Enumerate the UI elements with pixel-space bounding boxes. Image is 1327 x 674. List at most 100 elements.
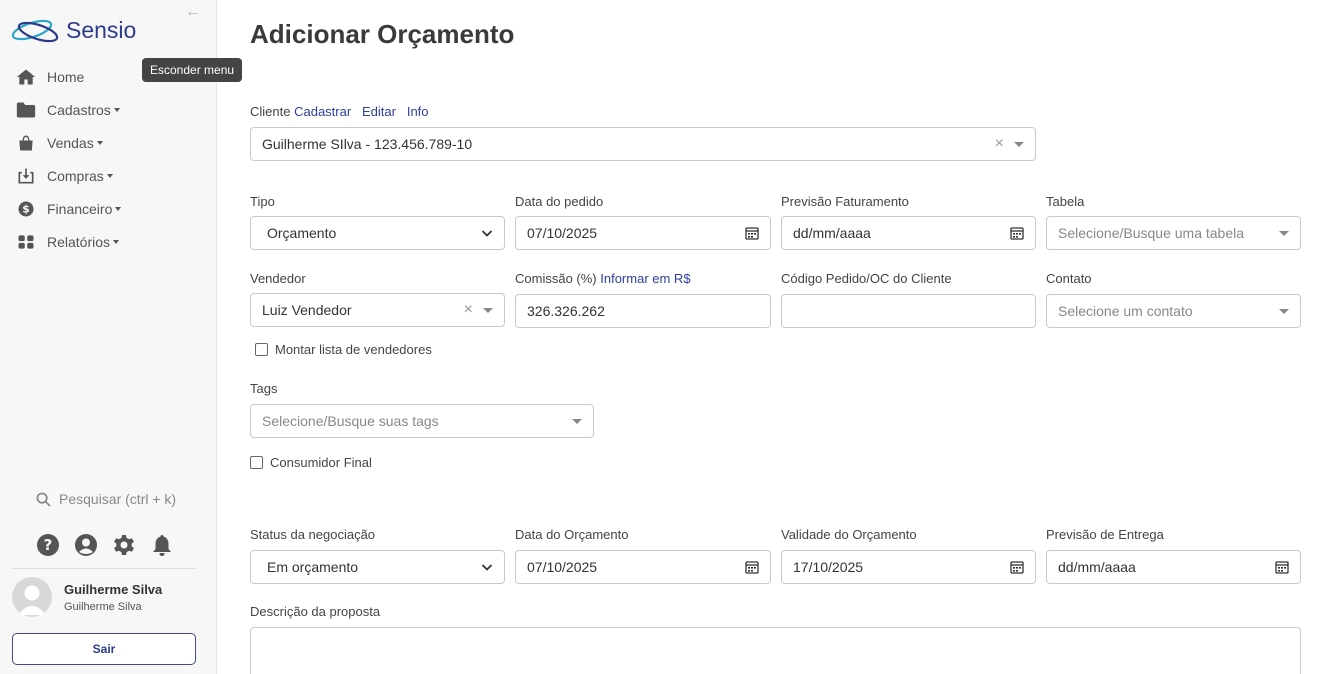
cadastrar-link[interactable]: Cadastrar xyxy=(294,104,351,119)
informar-em-reais-link[interactable]: Informar em R$ xyxy=(600,271,690,286)
consumidor-final-checkbox[interactable] xyxy=(250,456,263,469)
nav-label: Cadastros xyxy=(47,101,111,118)
svg-text:$: $ xyxy=(22,202,30,215)
caret-down-icon xyxy=(1279,230,1289,236)
consumidor-final-option[interactable]: Consumidor Final xyxy=(250,455,372,470)
tabela-select[interactable]: Selecione/Busque uma tabela xyxy=(1046,216,1301,250)
folder-icon xyxy=(16,102,36,117)
comissao-label: Comissão (%) Informar em R$ xyxy=(515,271,691,286)
descricao-textarea[interactable] xyxy=(250,627,1301,674)
sensio-logo[interactable]: Sensio xyxy=(10,13,170,49)
tags-placeholder: Selecione/Busque suas tags xyxy=(262,413,439,429)
caret-down-icon[interactable] xyxy=(1014,141,1024,147)
caret-down-icon xyxy=(1279,308,1289,314)
validade-orcamento-input[interactable]: 17/10/2025 xyxy=(781,550,1036,584)
sidebar: Sensio ← Esconder menu Home Cadastros Ve… xyxy=(0,0,243,674)
nav-item-vendas[interactable]: Vendas xyxy=(0,126,216,159)
page-title: Adicionar Orçamento xyxy=(250,19,515,49)
nav-item-financeiro[interactable]: $ Financeiro xyxy=(0,192,216,225)
brand-name: Sensio xyxy=(66,17,136,43)
tags-select[interactable]: Selecione/Busque suas tags xyxy=(250,404,594,438)
status-negociacao-select[interactable]: Em orçamento xyxy=(250,550,505,584)
info-link[interactable]: Info xyxy=(407,104,429,119)
nav-label: Relatórios xyxy=(47,233,111,250)
help-icon[interactable]: ? xyxy=(36,533,60,557)
caret-down-icon xyxy=(96,140,103,145)
comissao-input[interactable]: 326.326.262 xyxy=(515,294,771,328)
nav-item-relatorios[interactable]: Relatórios xyxy=(0,225,216,258)
previsao-faturamento-input[interactable]: dd/mm/aaaa xyxy=(781,216,1036,250)
main-nav: Home Cadastros Vendas Compras $ Financei… xyxy=(0,60,216,258)
caret-down-icon xyxy=(113,107,120,112)
comissao-value: 326.326.262 xyxy=(527,303,605,319)
editar-link[interactable]: Editar xyxy=(362,104,396,119)
data-orcamento-value: 07/10/2025 xyxy=(527,559,598,575)
previsao-entrega-label: Previsão de Entrega xyxy=(1046,527,1164,542)
tipo-select[interactable]: Orçamento xyxy=(250,216,505,250)
contato-select[interactable]: Selecione um contato xyxy=(1046,294,1301,328)
tipo-label: Tipo xyxy=(250,194,275,209)
user-subtitle: Guilherme Silva xyxy=(64,601,142,613)
caret-down-icon[interactable] xyxy=(483,307,493,313)
home-icon xyxy=(16,69,36,84)
calendar-icon[interactable] xyxy=(745,560,759,574)
tabela-placeholder: Selecione/Busque uma tabela xyxy=(1058,225,1245,241)
chevron-down-icon xyxy=(481,230,493,237)
cliente-label-text: Cliente xyxy=(250,104,291,119)
previsao-entrega-input[interactable]: dd/mm/aaaa xyxy=(1046,550,1301,584)
gear-icon[interactable] xyxy=(112,533,136,557)
montar-lista-option[interactable]: Montar lista de vendedores xyxy=(255,342,432,357)
vendedor-select[interactable]: Luiz Vendedor × xyxy=(250,293,505,327)
status-negociacao-value: Em orçamento xyxy=(267,559,359,575)
cliente-select[interactable]: Guilherme SIlva - 123.456.789-10 × xyxy=(250,127,1036,161)
nav-label: Vendas xyxy=(47,134,94,151)
contato-placeholder: Selecione um contato xyxy=(1058,303,1193,319)
download-box-icon xyxy=(18,168,34,183)
previsao-faturamento-label: Previsão Faturamento xyxy=(781,194,909,209)
nav-item-compras[interactable]: Compras xyxy=(0,159,216,192)
vendedor-value: Luiz Vendedor xyxy=(262,302,352,318)
dollar-icon: $ xyxy=(18,201,34,216)
montar-lista-label: Montar lista de vendedores xyxy=(275,342,432,357)
caret-down-icon xyxy=(113,239,120,244)
caret-down-icon xyxy=(115,206,122,211)
logout-button[interactable]: Sair xyxy=(12,633,196,665)
validade-orcamento-value: 17/10/2025 xyxy=(793,559,864,575)
clear-icon[interactable]: × xyxy=(464,302,473,318)
clear-icon[interactable]: × xyxy=(995,136,1004,152)
logo-mark-icon: Sensio xyxy=(11,17,136,43)
bell-icon[interactable] xyxy=(150,533,174,557)
calendar-icon[interactable] xyxy=(1010,226,1024,240)
nav-item-cadastros[interactable]: Cadastros xyxy=(0,93,216,126)
vendedor-label: Vendedor xyxy=(250,271,306,286)
codigo-pedido-input[interactable] xyxy=(781,294,1036,328)
codigo-pedido-label: Código Pedido/OC do Cliente xyxy=(781,271,952,286)
caret-down-icon xyxy=(572,418,582,424)
shopping-bag-icon xyxy=(19,135,33,150)
collapse-menu-icon[interactable]: ← xyxy=(185,3,201,21)
consumidor-final-label: Consumidor Final xyxy=(270,455,372,470)
avatar[interactable] xyxy=(12,577,52,617)
data-pedido-label: Data do pedido xyxy=(515,194,604,209)
cliente-value: Guilherme SIlva - 123.456.789-10 xyxy=(262,136,473,152)
data-orcamento-label: Data do Orçamento xyxy=(515,527,629,542)
status-negociacao-label: Status da negociação xyxy=(250,527,376,542)
calendar-icon[interactable] xyxy=(745,226,759,240)
user-avatar-icon xyxy=(18,585,46,615)
sidebar-search[interactable]: Pesquisar (ctrl + k) xyxy=(36,491,176,507)
calendar-icon[interactable] xyxy=(1010,560,1024,574)
descricao-label: Descrição da proposta xyxy=(250,604,381,619)
montar-lista-checkbox[interactable] xyxy=(255,343,268,356)
nav-label: Financeiro xyxy=(47,200,113,217)
user-circle-icon[interactable] xyxy=(74,533,98,557)
nav-label: Home xyxy=(47,68,85,85)
cliente-label: Cliente Cadastrar Editar Info xyxy=(250,104,429,119)
sidebar-divider xyxy=(12,568,196,569)
data-pedido-input[interactable]: 07/10/2025 xyxy=(515,216,771,250)
calendar-icon[interactable] xyxy=(1275,560,1289,574)
collapse-menu-tooltip: Esconder menu xyxy=(142,58,243,82)
data-orcamento-input[interactable]: 07/10/2025 xyxy=(515,550,771,584)
svg-text:?: ? xyxy=(44,536,53,554)
data-pedido-value: 07/10/2025 xyxy=(527,225,598,241)
search-placeholder: Pesquisar (ctrl + k) xyxy=(59,491,177,507)
